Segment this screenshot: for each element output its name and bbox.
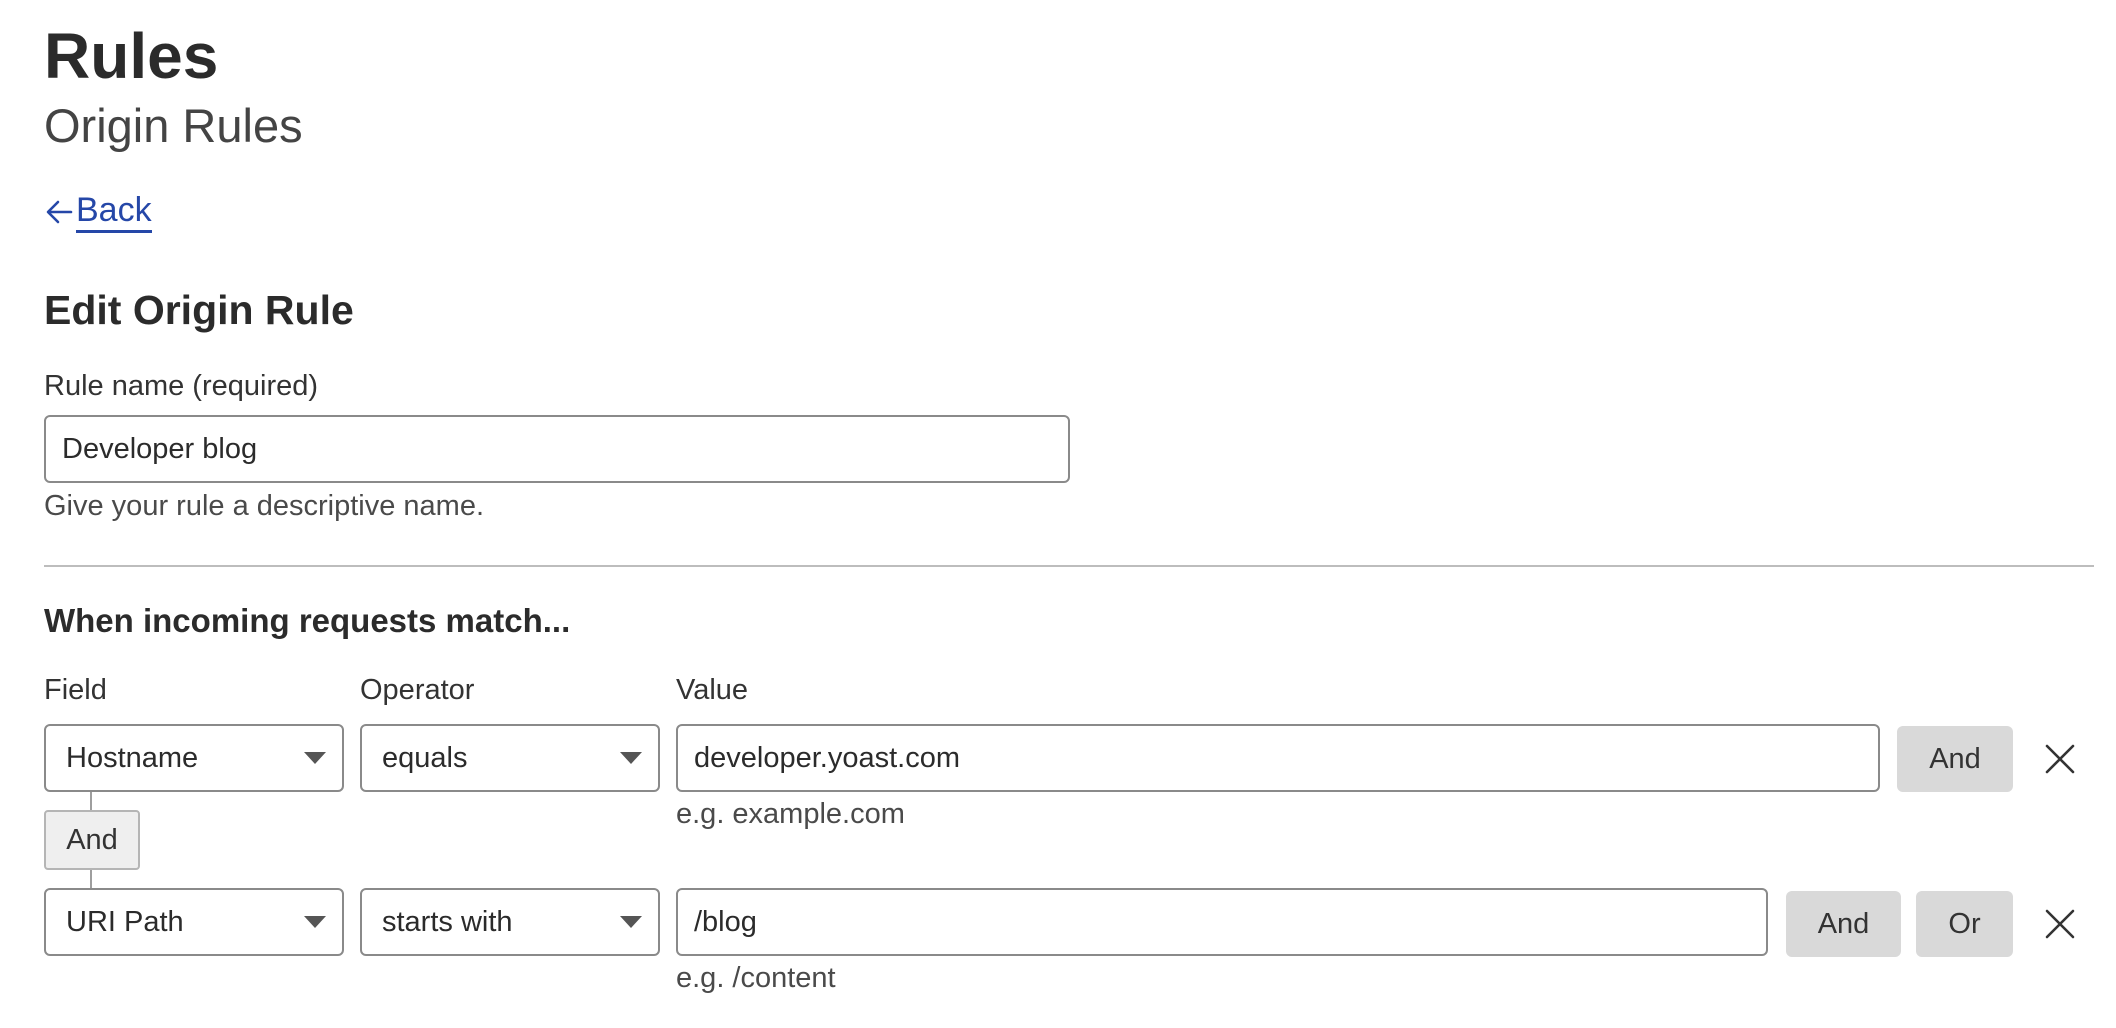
operator-select-value: equals [382,741,468,774]
connector-line [90,792,92,810]
or-button[interactable]: Or [1916,891,2013,957]
chevron-down-icon [304,916,326,928]
and-button[interactable]: And [1897,726,2013,792]
field-select-value: URI Path [66,905,184,938]
arrow-left-icon [46,200,73,223]
operator-select[interactable]: starts with [360,888,660,956]
close-icon[interactable] [2042,906,2078,942]
connector-and-button[interactable]: And [44,810,140,870]
field-select[interactable]: Hostname [44,724,344,792]
field-select-value: Hostname [66,741,199,774]
operator-select[interactable]: equals [360,724,660,792]
chevron-down-icon [620,752,642,764]
value-input[interactable] [676,724,1880,792]
value-column-header: Value [676,674,749,706]
match-section-title: When incoming requests match... [44,602,571,639]
value-input[interactable] [676,888,1768,956]
value-example: e.g. /content [676,962,836,994]
and-button[interactable]: And [1786,891,1901,957]
chevron-down-icon [620,916,642,928]
close-icon[interactable] [2042,741,2078,777]
page-subtitle: Origin Rules [44,99,303,152]
rule-name-label: Rule name (required) [44,370,319,402]
operator-column-header: Operator [360,674,475,706]
back-link-label: Back [76,190,152,233]
value-example: e.g. example.com [676,798,905,830]
back-link[interactable]: Back [44,190,152,233]
rule-name-input[interactable] [44,415,1070,483]
field-column-header: Field [44,674,107,706]
chevron-down-icon [304,752,326,764]
connector-line [90,870,92,888]
operator-select-value: starts with [382,905,513,938]
edit-rule-title: Edit Origin Rule [44,287,354,333]
section-divider [44,565,2094,567]
page-title: Rules [44,20,219,92]
rule-name-help: Give your rule a descriptive name. [44,490,485,522]
field-select[interactable]: URI Path [44,888,344,956]
